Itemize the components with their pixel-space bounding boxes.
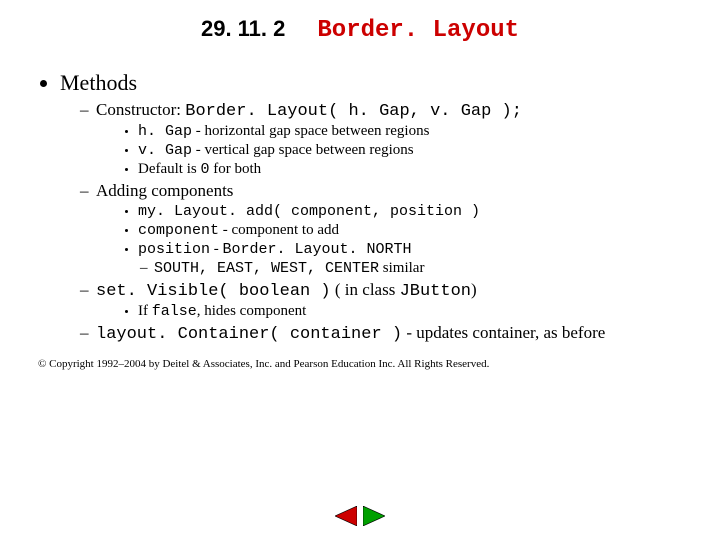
vgap-code: v. Gap xyxy=(138,142,192,159)
position-code-a: position xyxy=(138,241,210,258)
others-item: SOUTH, EAST, WEST, CENTER similar xyxy=(140,260,690,277)
position-item: position - Border. Layout. NORTH xyxy=(138,241,690,258)
if-text: If xyxy=(138,303,152,319)
content-list: Methods Constructor: Border. Layout( h. … xyxy=(30,70,690,344)
hgap-text: horizontal gap space between regions xyxy=(205,123,430,139)
default-b: for both xyxy=(210,161,262,177)
adding-item: Adding components my. Layout. add( compo… xyxy=(80,181,690,277)
slide-title: 29. 11. 2 Border. Layout xyxy=(30,16,690,44)
constructor-item: Constructor: Border. Layout( h. Gap, v. … xyxy=(80,100,690,178)
next-button[interactable] xyxy=(363,506,385,526)
layoutcontainer-dash: - xyxy=(402,323,416,342)
hgap-item: h. Gap - horizontal gap space between re… xyxy=(138,123,690,140)
position-others: SOUTH, EAST, WEST, CENTER similar xyxy=(96,260,690,277)
setvisible-mid: ( in class xyxy=(331,280,400,299)
copyright-text: © Copyright 1992–2004 by Deitel & Associ… xyxy=(38,358,690,370)
add-call-code: my. Layout. add( component, position ) xyxy=(138,203,480,220)
methods-sublist: Constructor: Border. Layout( h. Gap, v. … xyxy=(60,100,690,344)
jbutton-code: JButton xyxy=(400,282,471,301)
adding-details: my. Layout. add( component, position ) c… xyxy=(96,203,690,258)
nav-arrows xyxy=(335,506,385,526)
setvisible-code: set. Visible( boolean ) xyxy=(96,282,331,301)
constructor-label: Constructor: xyxy=(96,100,185,119)
vgap-dash: - xyxy=(192,142,205,158)
adding-label: Adding components xyxy=(96,181,233,200)
methods-label: Methods xyxy=(60,70,137,95)
default-a: Default is xyxy=(138,161,200,177)
position-dash: - xyxy=(210,241,223,257)
methods-item: Methods Constructor: Border. Layout( h. … xyxy=(60,70,690,344)
position-code-b: Border. Layout. NORTH xyxy=(223,241,412,258)
component-dash: - xyxy=(219,222,232,238)
default-code: 0 xyxy=(200,161,209,178)
component-text: component to add xyxy=(232,222,339,238)
slide: 29. 11. 2 Border. Layout Methods Constru… xyxy=(0,0,720,370)
false-item: If false, hides component xyxy=(138,303,690,320)
false-code: false xyxy=(152,303,197,320)
constructor-code: Border. Layout( h. Gap, v. Gap ); xyxy=(185,102,522,121)
layoutcontainer-code: layout. Container( container ) xyxy=(96,325,402,344)
component-item: component - component to add xyxy=(138,222,690,239)
hgap-dash: - xyxy=(192,123,205,139)
layoutcontainer-text: updates container, as before xyxy=(416,323,605,342)
hgap-code: h. Gap xyxy=(138,123,192,140)
component-code: component xyxy=(138,222,219,239)
setvisible-item: set. Visible( boolean ) ( in class JButt… xyxy=(80,280,690,320)
default-item: Default is 0 for both xyxy=(138,161,690,178)
layoutcontainer-item: layout. Container( container ) - updates… xyxy=(80,323,690,344)
prev-button[interactable] xyxy=(335,506,357,526)
setvisible-end: ) xyxy=(471,280,477,299)
add-call-item: my. Layout. add( component, position ) xyxy=(138,203,690,220)
hides-text: , hides component xyxy=(197,303,307,319)
triangle-right-icon xyxy=(363,506,385,526)
vgap-text: vertical gap space between regions xyxy=(205,142,414,158)
others-text: similar xyxy=(379,260,424,276)
setvisible-details: If false, hides component xyxy=(96,303,690,320)
triangle-left-icon xyxy=(335,506,357,526)
section-number: 29. 11. 2 xyxy=(201,16,285,42)
section-name: Border. Layout xyxy=(317,17,519,44)
constructor-details: h. Gap - horizontal gap space between re… xyxy=(96,123,690,178)
vgap-item: v. Gap - vertical gap space between regi… xyxy=(138,142,690,159)
others-code: SOUTH, EAST, WEST, CENTER xyxy=(154,260,379,277)
